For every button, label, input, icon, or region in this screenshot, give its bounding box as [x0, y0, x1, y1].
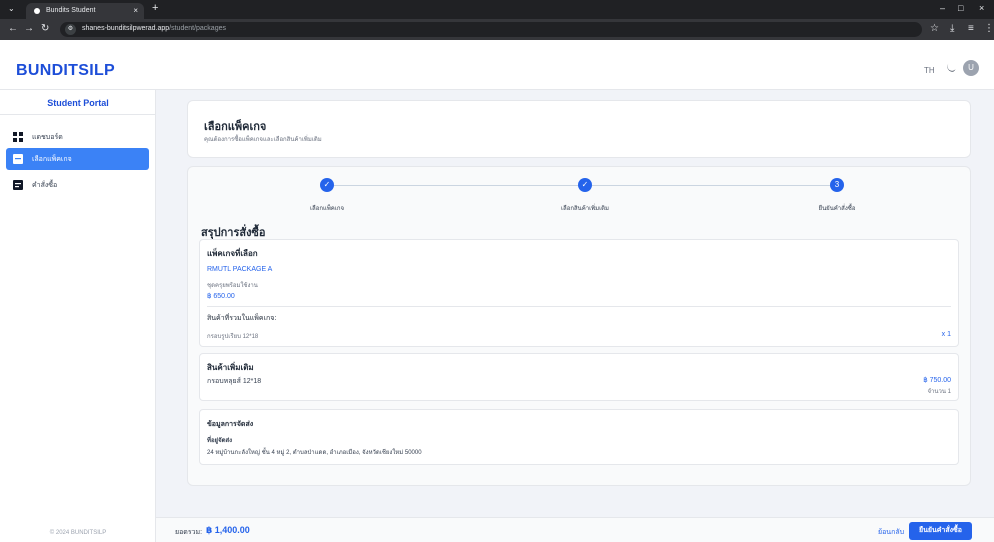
sidebar-item-dashboard[interactable]: แดชบอร์ด: [6, 126, 149, 148]
step-1-label: เลือกแพ็คเกจ: [310, 206, 344, 212]
tab-close-icon[interactable]: ×: [133, 6, 138, 15]
extra-product-price: ฿ 750.00: [923, 377, 951, 384]
page-title: เลือกแพ็คเกจ: [204, 121, 267, 133]
total-amount: ฿ 1,400.00: [206, 525, 250, 535]
menu-icon[interactable]: ⋮: [984, 23, 994, 34]
checkout-bar: ยอดรวม: ฿ 1,400.00 ย้อนกลับ ยืนยันคำสั่ง…: [156, 517, 994, 542]
shipping-address: 24 หมู่บ้านกะลังใหญ่ ชั้น 4 หมู่ 2, ตำบล…: [207, 450, 422, 456]
selected-package-card: แพ็คเกจที่เลือก RMUTL PACKAGE A ชุดครุยพ…: [199, 239, 959, 347]
dashboard-icon: [13, 132, 23, 142]
order-wizard: ✓ ✓ 3 เลือกแพ็คเกจ เลือกสินค้าเพิ่มเติม …: [187, 166, 971, 486]
orders-icon: [13, 180, 23, 190]
url-host: shanes-bunditsilpwerad.app: [82, 25, 170, 32]
minimize-icon[interactable]: –: [940, 3, 945, 13]
package-icon: [13, 154, 23, 164]
favicon-icon: [34, 8, 40, 14]
brand-logo[interactable]: BUNDITSILP: [16, 62, 115, 80]
divider: [0, 114, 156, 115]
bookmark-icon[interactable]: ☆: [930, 23, 939, 34]
extra-products-card: สินค้าเพิ่มเติม กรอบหลุยส์ 12*18 ฿ 750.0…: [199, 353, 959, 401]
step-connector: [334, 185, 578, 186]
browser-toolbar: ← → ↻ ⚙ shanes-bunditsilpwerad.app/stude…: [0, 19, 994, 40]
page-header-card: เลือกแพ็คเกจ คุณต้องการซื้อแพ็คเกจและเลื…: [187, 100, 971, 158]
step-2-check-icon: ✓: [578, 178, 592, 192]
language-toggle[interactable]: TH: [924, 66, 935, 75]
sidebar-item-orders[interactable]: คำสั่งซื้อ: [6, 174, 149, 196]
package-price: ฿ 650.00: [207, 293, 235, 300]
browser-tab[interactable]: Bundits Student ×: [26, 3, 144, 19]
url-text: shanes-bunditsilpwerad.app/student/packa…: [82, 25, 226, 32]
address-bar[interactable]: ⚙ shanes-bunditsilpwerad.app/student/pac…: [60, 22, 922, 37]
shipping-address-label: ที่อยู่จัดส่ง: [207, 438, 233, 444]
extensions-icon[interactable]: ≡: [968, 23, 974, 34]
copyright-text: © 2024 BUNDITSILP: [49, 530, 107, 536]
included-items-heading: สินค้าที่รวมในแพ็คเกจ:: [207, 315, 277, 322]
site-info-icon[interactable]: ⚙: [65, 24, 76, 35]
extra-products-heading: สินค้าเพิ่มเติม: [207, 363, 254, 372]
dark-mode-icon[interactable]: [945, 62, 957, 74]
sidebar-item-packages[interactable]: เลือกแพ็คเกจ: [6, 148, 149, 170]
new-tab-button[interactable]: +: [152, 2, 158, 14]
included-item: กรอบรูปเรียบ 12*18: [207, 334, 259, 340]
package-description: ชุดครุยพร้อมใช้งาน: [207, 283, 258, 289]
shipping-info-card: ข้อมูลการจัดส่ง ที่อยู่จัดส่ง 24 หมู่บ้า…: [199, 409, 959, 465]
step-connector: [592, 185, 830, 186]
back-button[interactable]: ย้อนกลับ: [878, 527, 904, 538]
divider: [207, 306, 951, 307]
confirm-order-button[interactable]: ยืนยันคำสั่งซื้อ: [909, 522, 972, 540]
portal-title: Student Portal: [47, 98, 109, 108]
page-subtitle: คุณต้องการซื้อแพ็คเกจและเลือกสินค้าเพิ่ม…: [204, 137, 322, 143]
total-label: ยอดรวม:: [175, 529, 203, 536]
app-header: BUNDITSILP TH U: [0, 40, 994, 90]
sidebar-item-label: แดชบอร์ด: [32, 134, 63, 141]
avatar[interactable]: U: [963, 60, 979, 76]
forward-arrow-icon[interactable]: →: [24, 23, 34, 34]
reload-icon[interactable]: ↻: [41, 23, 49, 34]
shipping-heading: ข้อมูลการจัดส่ง: [207, 421, 254, 428]
step-2-label: เลือกสินค้าเพิ่มเติม: [561, 206, 609, 212]
step-3-label: ยืนยันคำสั่งซื้อ: [818, 206, 856, 212]
extra-product-item: กรอบหลุยส์ 12*18: [207, 378, 262, 385]
step-1-check-icon: ✓: [320, 178, 334, 192]
maximize-icon[interactable]: □: [958, 3, 963, 13]
window-close-icon[interactable]: ×: [979, 3, 984, 13]
tab-search-icon[interactable]: ⌄: [8, 4, 15, 13]
package-name: RMUTL PACKAGE A: [207, 266, 273, 273]
selected-package-heading: แพ็คเกจที่เลือก: [207, 249, 258, 258]
sidebar-item-label: คำสั่งซื้อ: [32, 182, 58, 189]
download-icon[interactable]: ⤓: [950, 23, 954, 34]
step-3-indicator: 3: [830, 178, 844, 192]
browser-tab-bar: ⌄ Bundits Student × + – □ ×: [0, 0, 994, 19]
extra-product-qty: จำนวน 1: [927, 389, 951, 395]
sidebar-item-label: เลือกแพ็คเกจ: [32, 156, 72, 163]
back-arrow-icon[interactable]: ←: [8, 23, 18, 34]
sidebar: Student Portal แดชบอร์ด เลือกแพ็คเกจ คำส…: [0, 90, 156, 542]
included-item-qty: x 1: [941, 331, 951, 338]
url-path: /student/packages: [169, 25, 226, 32]
tab-title: Bundits Student: [46, 7, 96, 14]
